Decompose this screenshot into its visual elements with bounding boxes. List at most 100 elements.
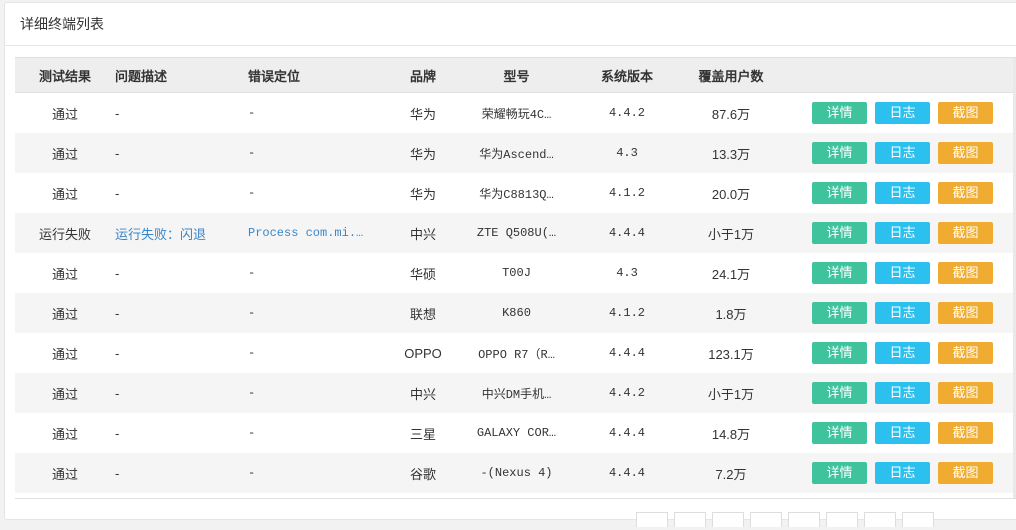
log-button[interactable]: 日志	[875, 142, 930, 164]
error-text: -	[248, 146, 256, 160]
cell-model: ZTE Q508U(…	[453, 213, 580, 253]
cell-desc: -	[115, 373, 248, 413]
cell-error: -	[248, 333, 393, 373]
table-row: 通过 - - 华硕 T00J 4.3 24.1万 详情 日志 截图	[15, 253, 1016, 293]
cell-brand: 华为	[393, 133, 453, 173]
cell-model: 中兴DM手机…	[453, 373, 580, 413]
log-button[interactable]: 日志	[875, 262, 930, 284]
cell-model: GALAXY COR…	[453, 413, 580, 453]
screenshot-button[interactable]: 截图	[938, 102, 993, 124]
cell-result: 通过	[15, 373, 115, 413]
log-button[interactable]: 日志	[875, 382, 930, 404]
page-button[interactable]	[788, 512, 820, 527]
cell-version: 4.3	[580, 253, 674, 293]
page-button[interactable]	[636, 512, 668, 527]
log-button[interactable]: 日志	[875, 462, 930, 484]
page-button[interactable]	[902, 512, 934, 527]
detail-button[interactable]: 详情	[812, 142, 867, 164]
table-row: 通过 - - 华为 荣耀畅玩4C… 4.4.2 87.6万 详情 日志 截图	[15, 92, 1016, 133]
screenshot-button[interactable]: 截图	[938, 142, 993, 164]
log-button[interactable]: 日志	[875, 342, 930, 364]
detail-button[interactable]: 详情	[812, 222, 867, 244]
desc-link[interactable]: 运行失败：闪退	[115, 227, 206, 242]
log-button[interactable]: 日志	[875, 102, 930, 124]
header-result: 测试结果	[15, 57, 115, 93]
cell-users: 123.1万	[674, 333, 788, 373]
desc-text: -	[115, 465, 120, 481]
cell-model: -(Nexus 4)	[453, 453, 580, 493]
table-header: 测试结果 问题描述 错误定位 品牌 型号 系统版本 覆盖用户数	[15, 57, 1016, 93]
page-button[interactable]	[712, 512, 744, 527]
cell-desc: -	[115, 173, 248, 213]
log-button[interactable]: 日志	[875, 182, 930, 204]
detail-button[interactable]: 详情	[812, 342, 867, 364]
screenshot-button[interactable]: 截图	[938, 342, 993, 364]
cell-actions: 详情 日志 截图	[788, 453, 1016, 493]
cell-model: T00J	[453, 253, 580, 293]
cell-desc: -	[115, 413, 248, 453]
cell-users: 24.1万	[674, 253, 788, 293]
cell-result: 通过	[15, 133, 115, 173]
detail-button[interactable]: 详情	[812, 462, 867, 484]
detail-button[interactable]: 详情	[812, 262, 867, 284]
screenshot-button[interactable]: 截图	[938, 262, 993, 284]
cell-error: Process com.mi.…	[248, 213, 393, 253]
cell-version: 4.4.4	[580, 413, 674, 453]
cell-desc: -	[115, 453, 248, 493]
cell-model: OPPO R7（R…	[453, 333, 580, 373]
page-button[interactable]	[750, 512, 782, 527]
cell-error: -	[248, 293, 393, 333]
cell-users: 20.0万	[674, 173, 788, 213]
cell-version: 4.3	[580, 133, 674, 173]
error-text: -	[248, 266, 256, 280]
header-error: 错误定位	[248, 57, 393, 93]
cell-brand: 联想	[393, 293, 453, 333]
cell-result: 通过	[15, 173, 115, 213]
table-row: 通过 - - 联想 K860 4.1.2 1.8万 详情 日志 截图	[15, 293, 1016, 333]
cell-users: 14.8万	[674, 413, 788, 453]
screenshot-button[interactable]: 截图	[938, 462, 993, 484]
cell-actions: 详情 日志 截图	[788, 92, 1016, 133]
page-button[interactable]	[864, 512, 896, 527]
cell-result: 通过	[15, 333, 115, 373]
screenshot-button[interactable]: 截图	[938, 422, 993, 444]
cell-error: -	[248, 253, 393, 293]
screenshot-button[interactable]: 截图	[938, 182, 993, 204]
error-link[interactable]: Process com.mi.…	[248, 226, 363, 240]
cell-actions: 详情 日志 截图	[788, 293, 1016, 333]
error-text: -	[248, 186, 256, 200]
screenshot-button[interactable]: 截图	[938, 382, 993, 404]
cell-brand: 华硕	[393, 253, 453, 293]
header-model: 型号	[453, 57, 580, 93]
error-text: -	[248, 346, 256, 360]
log-button[interactable]: 日志	[875, 302, 930, 324]
header-desc: 问题描述	[115, 57, 248, 93]
page-button[interactable]	[674, 512, 706, 527]
detail-button[interactable]: 详情	[812, 182, 867, 204]
screenshot-button[interactable]: 截图	[938, 222, 993, 244]
table-row: 通过 - - 三星 GALAXY COR… 4.4.4 14.8万 详情 日志 截图	[15, 413, 1016, 453]
cell-error: -	[248, 173, 393, 213]
desc-text: -	[115, 385, 120, 401]
table-row: 通过 - - 华为 华为Ascend… 4.3 13.3万 详情 日志 截图	[15, 133, 1016, 173]
log-button[interactable]: 日志	[875, 422, 930, 444]
header-actions	[788, 57, 1016, 93]
cell-brand: 谷歌	[393, 453, 453, 493]
cell-users: 小于1万	[674, 213, 788, 253]
detail-button[interactable]: 详情	[812, 102, 867, 124]
detail-button[interactable]: 详情	[812, 302, 867, 324]
table-row: 运行失败 运行失败：闪退 Process com.mi.… 中兴 ZTE Q508U(……	[15, 213, 1016, 253]
detail-button[interactable]: 详情	[812, 382, 867, 404]
cell-model: 华为C8813Q…	[453, 173, 580, 213]
detail-button[interactable]: 详情	[812, 422, 867, 444]
screenshot-button[interactable]: 截图	[938, 302, 993, 324]
page-button[interactable]	[826, 512, 858, 527]
log-button[interactable]: 日志	[875, 222, 930, 244]
cell-desc: -	[115, 92, 248, 133]
cell-version: 4.1.2	[580, 293, 674, 333]
cell-actions: 详情 日志 截图	[788, 413, 1016, 453]
cell-brand: 华为	[393, 92, 453, 133]
cell-users: 小于1万	[674, 373, 788, 413]
cell-error: -	[248, 373, 393, 413]
cell-error: -	[248, 92, 393, 133]
